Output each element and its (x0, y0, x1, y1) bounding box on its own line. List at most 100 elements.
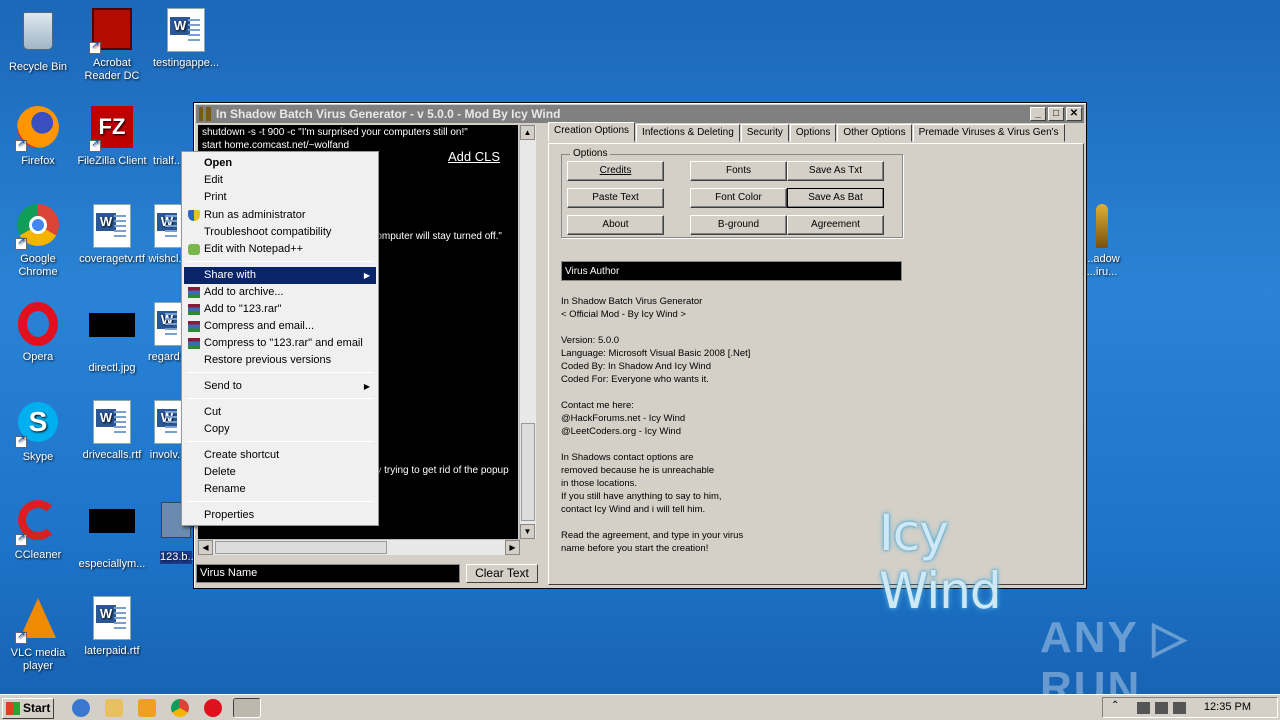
action-center-icon[interactable] (1137, 702, 1150, 714)
opera-icon[interactable]: Opera (0, 302, 76, 364)
horizontal-scrollbar[interactable]: ◀ ▶ (198, 539, 520, 555)
menu-item-cut[interactable]: Cut (184, 404, 376, 421)
desktop-icon-label: directl.jpg (88, 362, 136, 374)
internet-explorer-icon[interactable] (72, 699, 90, 717)
menu-item-create-shortcut[interactable]: Create shortcut (184, 447, 376, 464)
options-group-label: Options (570, 148, 611, 159)
desktop-icon-label: Google Chrome (18, 253, 58, 278)
menu-item-add-archive[interactable]: Add to archive... (184, 284, 376, 301)
word-document-icon[interactable]: drivecalls.rtf (74, 400, 150, 462)
menu-item-delete[interactable]: Delete (184, 464, 376, 481)
menu-item-label: Run as administrator (204, 209, 306, 221)
desktop-icon-label: especiallym... (78, 558, 146, 570)
tab-options[interactable]: Options (789, 124, 837, 142)
scroll-right-icon[interactable]: ▶ (505, 540, 520, 555)
menu-separator (186, 441, 374, 442)
scroll-thumb[interactable] (215, 541, 387, 554)
notepad-plus-icon (188, 244, 200, 255)
clock[interactable]: 12:35 PM (1204, 701, 1251, 713)
close-button[interactable]: ✕ (1066, 107, 1082, 121)
word-document-icon[interactable]: testingappe... (148, 8, 224, 70)
font-color-button[interactable]: Font Color (690, 188, 787, 208)
desktop-icon-label: 123.b... (160, 551, 197, 564)
minimize-button[interactable]: _ (1030, 107, 1046, 121)
file-explorer-icon[interactable] (105, 699, 123, 717)
fonts-button[interactable]: Fonts (690, 161, 787, 181)
menu-item-restore-versions[interactable]: Restore previous versions (184, 352, 376, 369)
chrome-icon[interactable]: Google Chrome (0, 204, 76, 279)
taskbar: Start ⌃ 12:35 PM (0, 694, 1280, 720)
network-icon[interactable] (1155, 702, 1168, 714)
menu-item-copy[interactable]: Copy (184, 421, 376, 438)
scroll-thumb[interactable] (521, 423, 535, 521)
image-file-icon[interactable]: directl.jpg (74, 302, 150, 375)
tab-infections-deleting[interactable]: Infections & Deleting (636, 124, 740, 142)
virus-author-input[interactable]: Virus Author (561, 261, 902, 281)
menu-item-add-to-rar[interactable]: Add to "123.rar" (184, 301, 376, 318)
tab-creation-options[interactable]: Creation Options (548, 122, 636, 142)
image-file-icon[interactable]: especiallym... (74, 498, 150, 571)
menu-separator (186, 261, 374, 262)
about-button[interactable]: About (567, 215, 664, 235)
menu-item-compress-email[interactable]: Compress and email... (184, 318, 376, 335)
menu-item-troubleshoot[interactable]: Troubleshoot compatibility (184, 224, 376, 241)
title-bar[interactable]: In Shadow Batch Virus Generator - v 5.0.… (196, 105, 1084, 123)
credits-button[interactable]: Credits (567, 161, 664, 181)
menu-separator (186, 398, 374, 399)
menu-item-compress-rar-email[interactable]: Compress to "123.rar" and email (184, 335, 376, 352)
menu-item-print[interactable]: Print (184, 189, 376, 206)
options-group: Options Credits Fonts Save As Txt Paste … (561, 148, 903, 238)
vertical-scrollbar[interactable]: ▲ ▼ (519, 125, 536, 539)
desktop-icon-label: FileZilla Client (77, 155, 147, 167)
paste-text-button[interactable]: Paste Text (567, 188, 664, 208)
recycle-bin-icon[interactable]: Recycle Bin (0, 8, 76, 74)
windows-logo-icon (6, 702, 20, 715)
opera-icon[interactable] (204, 699, 222, 717)
vlc-icon[interactable]: VLC media player (0, 596, 76, 673)
submenu-arrow-icon: ▶ (363, 271, 370, 280)
word-document-icon[interactable]: coveragetv.rtf (74, 204, 150, 266)
menu-item-open[interactable]: Open (184, 155, 376, 172)
background-button[interactable]: B-ground (690, 215, 787, 235)
skype-icon[interactable]: S Skype (0, 400, 76, 464)
tab-security[interactable]: Security (740, 124, 789, 142)
menu-item-edit[interactable]: Edit (184, 172, 376, 189)
menu-item-label: Edit with Notepad++ (204, 243, 304, 255)
menu-item-notepad-plus[interactable]: Edit with Notepad++ (184, 241, 376, 258)
ccleaner-icon[interactable]: CCleaner (0, 498, 76, 562)
start-button[interactable]: Start (2, 698, 54, 719)
add-cls-link[interactable]: Add CLS (448, 149, 501, 164)
app-icon (199, 107, 211, 121)
scroll-down-icon[interactable]: ▼ (520, 524, 535, 539)
maximize-button[interactable]: □ (1048, 107, 1064, 121)
agreement-button[interactable]: Agreement (787, 215, 884, 235)
word-document-icon[interactable]: laterpaid.rtf (74, 596, 150, 658)
media-player-icon[interactable] (138, 699, 156, 717)
menu-item-label: Compress and email... (204, 320, 315, 332)
volume-icon[interactable] (1173, 702, 1186, 714)
clear-text-button[interactable]: Clear Text (466, 564, 538, 583)
menu-item-send-to[interactable]: Send to ▶ (184, 378, 376, 395)
code-line: ...y trying to get rid of the popup (368, 465, 509, 476)
in-shadow-taskbar-button[interactable] (233, 698, 261, 718)
firefox-icon[interactable]: Firefox (0, 106, 76, 168)
chrome-icon[interactable] (171, 699, 189, 717)
tab-premade-viruses[interactable]: Premade Viruses & Virus Gen's (912, 124, 1065, 142)
menu-item-properties[interactable]: Properties (184, 507, 376, 524)
virus-name-input[interactable]: Virus Name (196, 564, 460, 583)
filezilla-icon[interactable]: FZ FileZilla Client (74, 106, 150, 168)
desktop-icon-label: laterpaid.rtf (84, 645, 140, 657)
scroll-up-icon[interactable]: ▲ (520, 125, 535, 140)
tray-expand-icon[interactable]: ⌃ (1111, 700, 1124, 712)
menu-separator (186, 372, 374, 373)
acrobat-reader-icon[interactable]: Acrobat Reader DC (74, 8, 150, 83)
scroll-left-icon[interactable]: ◀ (198, 540, 213, 555)
menu-item-label: Share with (204, 269, 256, 281)
save-as-bat-button[interactable]: Save As Bat (787, 188, 884, 208)
context-menu: Open Edit Print Run as administrator Tro… (181, 151, 379, 526)
menu-item-run-as-admin[interactable]: Run as administrator (184, 207, 376, 224)
tab-other-options[interactable]: Other Options (837, 124, 912, 142)
menu-item-share-with[interactable]: Share with ▶ (184, 267, 376, 284)
menu-item-rename[interactable]: Rename (184, 481, 376, 498)
save-as-txt-button[interactable]: Save As Txt (787, 161, 884, 181)
